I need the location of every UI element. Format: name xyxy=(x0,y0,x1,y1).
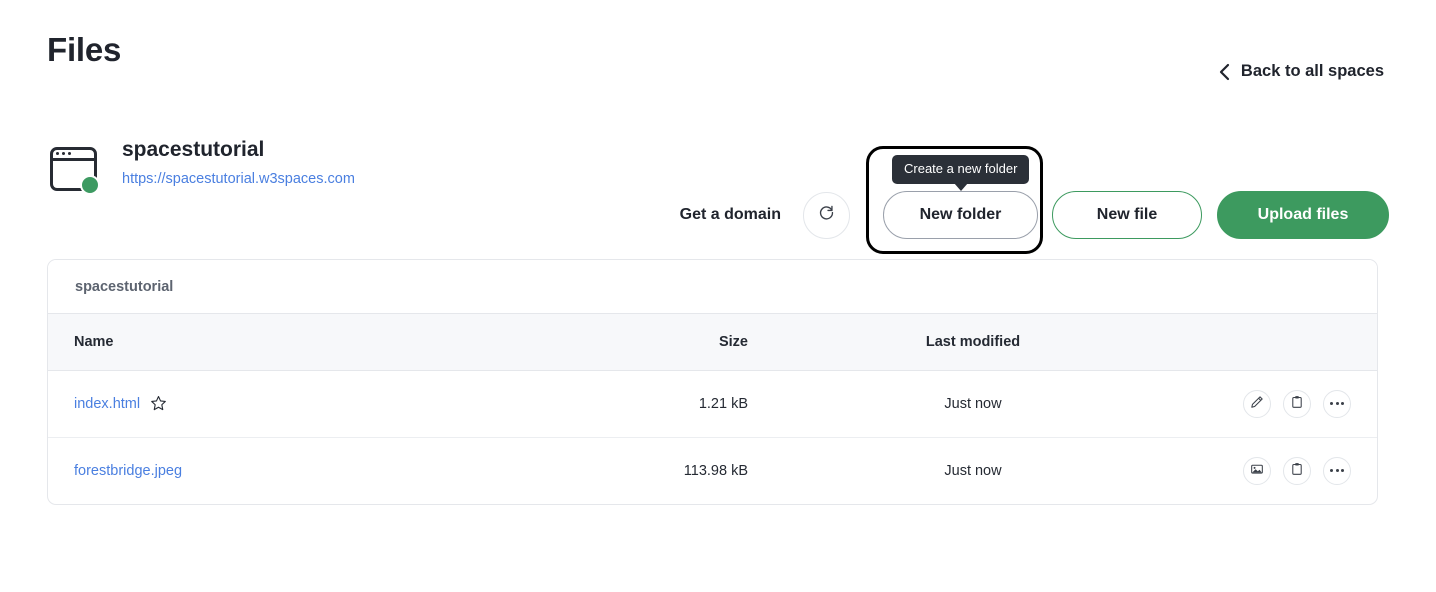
file-size-cell: 113.98 kB xyxy=(683,462,748,479)
files-table-card: spacestutorial Name Size Last modified i… xyxy=(47,259,1378,505)
column-header-actions xyxy=(1123,314,1377,371)
copy-path-button[interactable] xyxy=(1283,456,1311,485)
breadcrumb[interactable]: spacestutorial xyxy=(48,260,1377,314)
more-options-button[interactable] xyxy=(1323,456,1351,485)
file-link-forestbridge-jpeg[interactable]: forestbridge.jpeg xyxy=(74,463,182,479)
column-header-name[interactable]: Name xyxy=(48,314,553,371)
files-table: Name Size Last modified index.html 1.21 … xyxy=(48,314,1377,504)
file-modified-cell: Just now xyxy=(944,462,1002,479)
browser-window-icon xyxy=(47,142,100,195)
clipboard-icon xyxy=(1290,462,1304,480)
upload-files-button[interactable]: Upload files xyxy=(1217,191,1389,239)
file-name-cell: index.html xyxy=(48,370,553,438)
file-actions-cell xyxy=(1123,370,1377,438)
table-row: forestbridge.jpeg 113.98 kB Just now xyxy=(48,437,1377,504)
file-name-cell: forestbridge.jpeg xyxy=(48,437,553,504)
file-modified-cell: Just now xyxy=(823,370,1123,438)
star-outline-icon[interactable] xyxy=(150,395,167,412)
file-link-index-html[interactable]: index.html xyxy=(74,396,140,412)
back-to-all-spaces-label: Back to all spaces xyxy=(1240,62,1384,80)
back-to-all-spaces-link[interactable]: Back to all spaces xyxy=(1216,62,1384,81)
file-actions-cell xyxy=(1123,437,1377,504)
more-options-button[interactable] xyxy=(1323,389,1351,418)
page-title: Files xyxy=(47,31,122,68)
clipboard-icon xyxy=(1290,395,1304,413)
new-folder-button[interactable]: New folder xyxy=(883,191,1038,239)
space-online-status-dot xyxy=(80,175,100,195)
files-table-header-row: Name Size Last modified xyxy=(48,314,1377,371)
column-header-size[interactable]: Size xyxy=(553,314,823,371)
column-header-last-modified[interactable]: Last modified xyxy=(823,314,1123,371)
refresh-icon xyxy=(818,204,835,226)
get-a-domain-link[interactable]: Get a domain xyxy=(680,206,781,224)
chevron-left-icon xyxy=(1216,63,1232,81)
refresh-button[interactable] xyxy=(803,191,850,239)
file-size-cell: 1.21 kB xyxy=(553,370,823,438)
space-name: spacestutorial xyxy=(122,138,265,161)
page-header: Files Back to all spaces xyxy=(0,0,1436,120)
space-identity: spacestutorial https://spacestutorial.w3… xyxy=(47,138,355,195)
space-action-bar: Get a domain New folder New file Upload … xyxy=(680,191,1389,239)
copy-path-button[interactable] xyxy=(1283,389,1311,418)
pencil-icon xyxy=(1250,395,1264,413)
more-options-icon xyxy=(1330,402,1344,405)
space-url-link[interactable]: https://spacestutorial.w3spaces.com xyxy=(122,171,355,188)
edit-file-button[interactable] xyxy=(1243,389,1271,418)
new-file-button[interactable]: New file xyxy=(1052,191,1202,239)
table-row: index.html 1.21 kB Just now xyxy=(48,370,1377,438)
new-folder-tooltip: Create a new folder xyxy=(892,155,1030,191)
more-options-icon xyxy=(1330,469,1344,473)
preview-image-button[interactable] xyxy=(1243,456,1271,485)
image-icon xyxy=(1250,462,1264,480)
